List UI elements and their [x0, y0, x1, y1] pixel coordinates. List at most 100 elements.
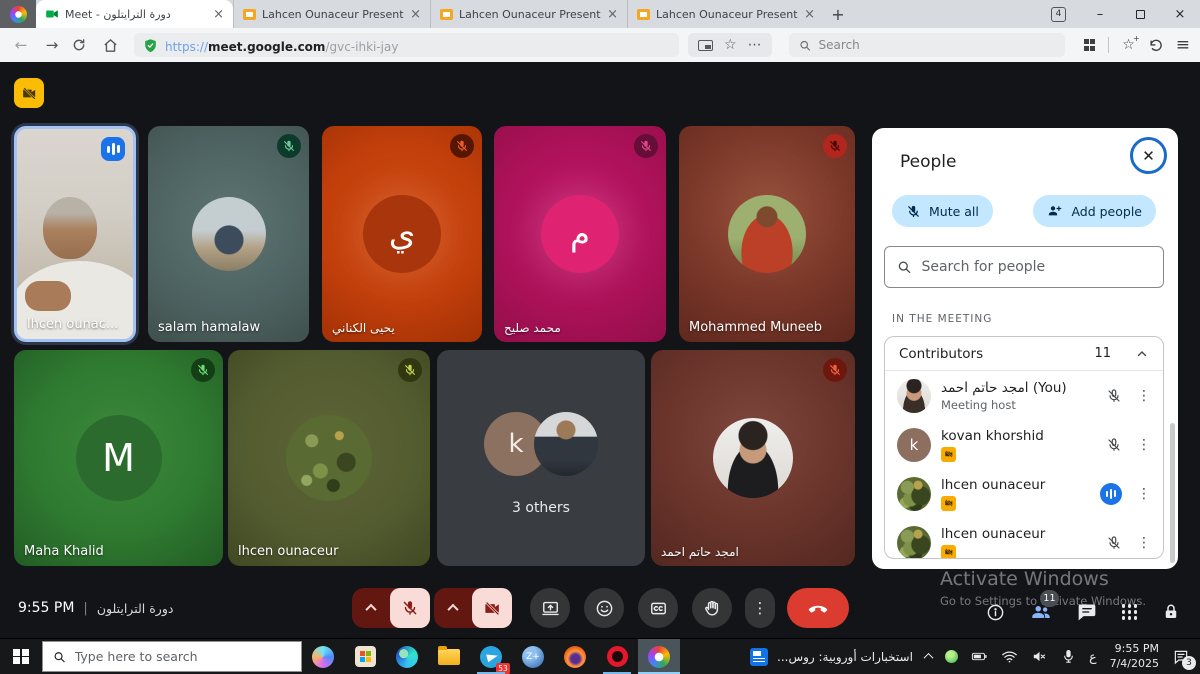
news-widget[interactable]: استخبارات أوروبية: روس... — [750, 648, 913, 666]
microsoft-store-icon[interactable] — [344, 639, 386, 674]
opera-browser-icon[interactable] — [596, 639, 638, 674]
lock-icon — [1162, 603, 1180, 621]
more-options-icon[interactable]: ⋮ — [1137, 388, 1151, 404]
notification-center-button[interactable]: 3 — [1172, 648, 1190, 666]
copilot-app-icon[interactable] — [302, 639, 344, 674]
end-call-button[interactable] — [787, 588, 849, 628]
tab-close-icon[interactable]: × — [410, 8, 421, 21]
forward-button[interactable]: → — [41, 36, 63, 54]
bookmark-star-icon[interactable]: ☆ — [724, 38, 737, 52]
home-button[interactable] — [103, 38, 125, 53]
video-tile-maha[interactable]: M Maha Khalid — [14, 350, 223, 566]
video-tile-amjad[interactable]: امجد حاتم احمد — [651, 350, 855, 566]
language-indicator[interactable]: ع — [1089, 649, 1096, 664]
camera-off-button[interactable] — [472, 588, 512, 628]
raise-hand-button[interactable] — [692, 588, 732, 628]
favorites-add-icon[interactable]: ☆ — [1122, 37, 1135, 53]
start-button[interactable] — [0, 639, 42, 674]
wifi-icon[interactable] — [1001, 648, 1018, 665]
taskbar-search-box[interactable] — [42, 641, 302, 672]
video-tile-lhcen-2[interactable]: lhcen ounaceur — [228, 350, 430, 566]
edge-browser-icon[interactable] — [386, 639, 428, 674]
tab-slides-3[interactable]: Lahcen Ounaceur Presentatio × — [627, 0, 824, 28]
host-controls-button[interactable] — [1162, 603, 1180, 621]
mic-options-chevron[interactable] — [352, 604, 390, 612]
blue-sphere-app-icon[interactable]: Z+ — [512, 639, 554, 674]
browser-search-input[interactable] — [819, 38, 1055, 52]
url-host: meet.google.com — [208, 40, 325, 54]
tile-name: lhcen ounac... — [27, 317, 118, 332]
refresh-button[interactable] — [72, 38, 94, 52]
active-browser-icon[interactable] — [638, 639, 680, 674]
tab-count-badge[interactable]: 4 — [1051, 7, 1066, 22]
more-options-icon[interactable]: ⋮ — [1137, 437, 1151, 453]
hidden-icons-chevron[interactable] — [924, 653, 934, 663]
close-panel-button[interactable]: ✕ — [1130, 137, 1167, 174]
video-tile-yahya[interactable]: ي يحيى الكناني — [322, 126, 482, 342]
back-button[interactable]: ← — [10, 36, 32, 54]
search-icon — [53, 650, 66, 664]
reactions-button[interactable] — [584, 588, 624, 628]
volume-muted-icon[interactable] — [1031, 648, 1048, 665]
video-tile-muneeb[interactable]: Mohammed Muneeb — [679, 126, 855, 342]
camera-options-chevron[interactable] — [434, 604, 472, 612]
more-actions-icon[interactable]: ⋯ — [748, 38, 762, 52]
taskbar-search-input[interactable] — [75, 649, 291, 664]
video-tile-others[interactable]: k 3 others — [437, 350, 645, 566]
screen: Meet - دورة الترايتلون × Lahcen Ounaceur… — [0, 0, 1200, 674]
mute-all-button[interactable]: Mute all — [892, 195, 993, 227]
undo-history-icon[interactable] — [1148, 38, 1163, 53]
present-screen-button[interactable] — [530, 588, 570, 628]
mic-off-icon[interactable] — [1106, 535, 1122, 551]
apps-grid-icon[interactable] — [1084, 39, 1096, 51]
telegram-app-icon[interactable]: 53 — [470, 639, 512, 674]
camera-off-warning-badge[interactable] — [14, 78, 44, 108]
add-people-button[interactable]: Add people — [1033, 195, 1156, 227]
mic-off-icon[interactable] — [1106, 437, 1122, 453]
taskbar-clock[interactable]: 9:55 PM 7/4/2025 — [1110, 642, 1159, 672]
tab-slides-1[interactable]: Lahcen Ounaceur Presentatio × — [233, 0, 430, 28]
chat-button[interactable] — [1077, 602, 1097, 622]
tab-close-icon[interactable]: × — [213, 8, 224, 21]
meeting-details-button[interactable] — [986, 603, 1005, 622]
people-search-input[interactable] — [921, 259, 1151, 275]
muted-mic-icon — [191, 358, 215, 382]
more-options-icon[interactable]: ⋮ — [1137, 486, 1151, 502]
tab-slides-2[interactable]: Lahcen Ounaceur Presentatio × — [430, 0, 627, 28]
antivirus-tray-icon[interactable] — [945, 650, 958, 663]
file-explorer-icon[interactable] — [428, 639, 470, 674]
video-tile-mohammed-s[interactable]: م محمد صليح — [494, 126, 666, 342]
chevron-up-icon[interactable] — [1135, 347, 1149, 361]
video-tile-lhcen-speaking[interactable]: lhcen ounac... — [14, 126, 136, 342]
people-button[interactable]: 11 — [1030, 601, 1052, 623]
mic-off-icon[interactable] — [1106, 388, 1122, 404]
picture-in-picture-icon[interactable] — [698, 40, 713, 51]
raise-hand-icon — [703, 599, 722, 618]
tab-close-icon[interactable]: × — [607, 8, 618, 21]
mic-muted-button[interactable] — [390, 588, 430, 628]
captions-button[interactable] — [638, 588, 678, 628]
video-tile-salam[interactable]: salam hamalaw — [148, 126, 309, 342]
close-window-button[interactable]: × — [1160, 0, 1200, 28]
minimize-button[interactable]: – — [1080, 0, 1120, 28]
menu-icon[interactable]: ≡ — [1176, 37, 1190, 54]
panel-scrollbar[interactable] — [1170, 423, 1175, 563]
tab-meet[interactable]: Meet - دورة الترايتلون × — [36, 0, 233, 28]
tab-close-icon[interactable]: × — [804, 8, 815, 21]
address-bar[interactable]: https://meet.google.com/gvc-ihki-jay — [134, 33, 679, 57]
browser-menu-tile[interactable] — [0, 0, 36, 28]
more-options-icon[interactable]: ⋮ — [1137, 535, 1151, 551]
microphone-tray-icon[interactable] — [1061, 649, 1076, 664]
contributors-header[interactable]: Contributors 11 — [885, 337, 1163, 371]
firefox-browser-icon[interactable] — [554, 639, 596, 674]
browser-search-box[interactable] — [789, 33, 1065, 57]
new-tab-button[interactable]: + — [824, 0, 852, 28]
people-search-box[interactable] — [884, 246, 1164, 288]
tab-title: Meet - دورة الترايتلون — [65, 8, 207, 21]
restore-button[interactable] — [1120, 0, 1160, 28]
meeting-name: دورة الترايتلون — [97, 601, 174, 616]
activities-icon[interactable] — [1122, 604, 1138, 620]
battery-icon[interactable] — [971, 648, 988, 665]
more-options-button[interactable]: ⋮ — [745, 588, 775, 628]
camera-off-badge-icon — [941, 447, 956, 462]
